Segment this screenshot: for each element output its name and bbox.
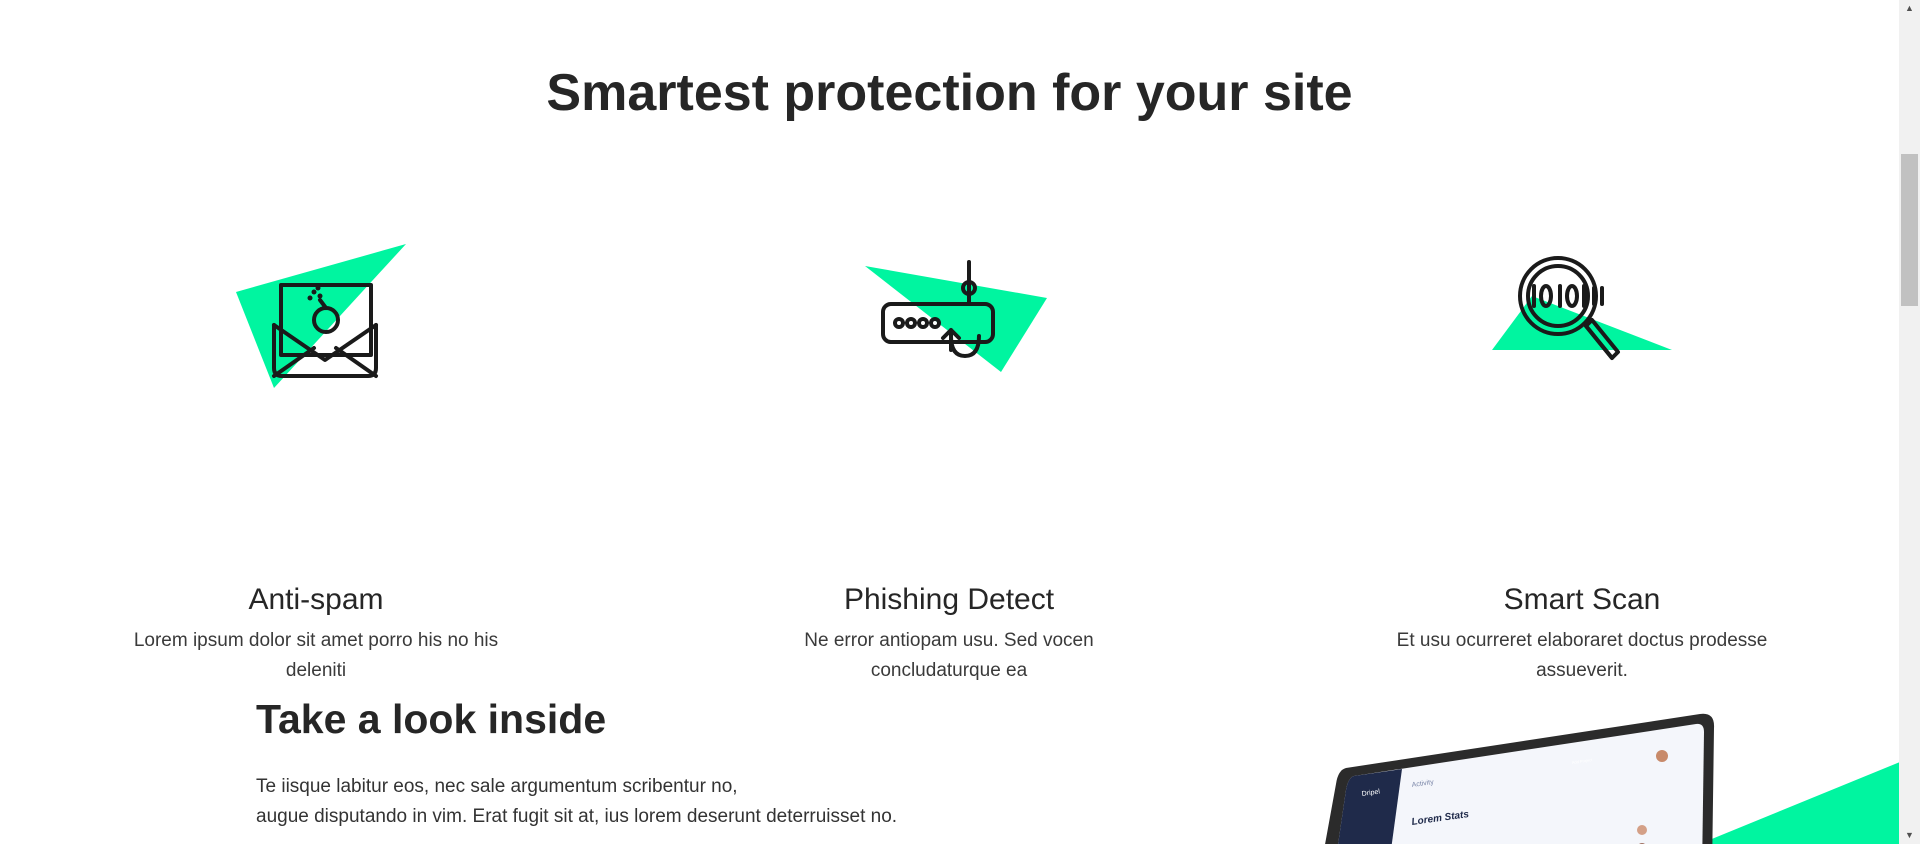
envelope-bomb-icon [206, 240, 426, 400]
feature-title: Phishing Detect [843, 583, 1055, 616]
vertical-scrollbar[interactable]: ▲ ▼ [1899, 0, 1920, 844]
feature-title: Anti-spam [248, 583, 384, 616]
scrollbar-thumb[interactable] [1901, 154, 1918, 306]
feature-title: Smart Scan [1503, 583, 1661, 616]
inside-line-2: augue disputando in vim. Erat fugit sit … [256, 806, 898, 827]
feature-description: Ne error antiopam usu. Sed vocen conclud… [804, 630, 1094, 681]
magnifier-binary-icon [1472, 240, 1692, 400]
feature-description: Lorem ipsum dolor sit amet porro his no … [133, 630, 499, 681]
laptop-mockup: Dripel Activity Lorem Stats Add Project [1325, 713, 1715, 844]
section-title: Smartest protection for your site [546, 64, 1353, 122]
feature-description: Et usu ocurreret elaboraret doctus prode… [1396, 630, 1768, 681]
inside-description: Te iisque labitur eos, nec sale argument… [256, 772, 1016, 832]
feature-anti-spam: Anti-spam Lorem ipsum dolor sit amet por… [106, 240, 526, 686]
router-icon [839, 240, 1059, 400]
inside-title: Take a look inside [256, 696, 607, 742]
feature-phishing-detect: Phishing Detect Ne error antiopam usu. S… [739, 240, 1159, 686]
feature-smart-scan: Smart Scan Et usu ocurreret elaboraret d… [1372, 240, 1792, 686]
inside-line-1: Te iisque labitur eos, nec sale argument… [256, 776, 738, 797]
scroll-down-icon[interactable]: ▼ [1899, 827, 1920, 844]
page: Smartest protection for your site Anti-s… [0, 0, 1899, 844]
scroll-up-icon[interactable]: ▲ [1899, 0, 1920, 17]
